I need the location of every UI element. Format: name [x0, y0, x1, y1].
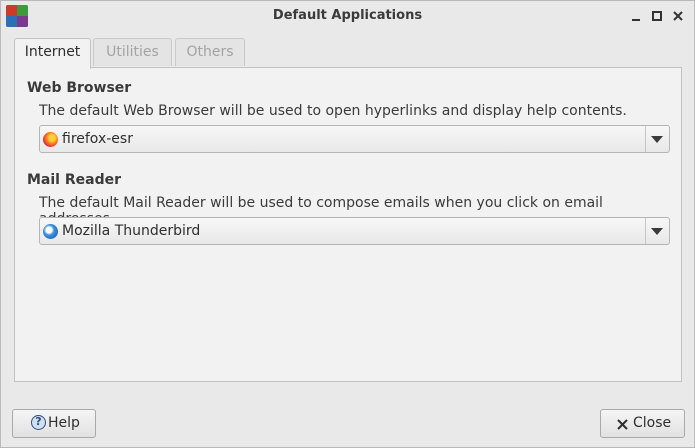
mail-reader-heading: Mail Reader [27, 172, 121, 188]
close-button[interactable]: Close [600, 409, 685, 438]
mail-reader-select[interactable]: Mozilla Thunderbird [39, 217, 670, 245]
web-browser-heading: Web Browser [27, 80, 132, 96]
close-icon [617, 419, 628, 430]
combo-separator [645, 218, 646, 244]
web-browser-select[interactable]: firefox-esr [39, 125, 670, 153]
help-button-label: Help [48, 415, 80, 431]
chevron-down-icon[interactable] [651, 136, 663, 143]
titlebar[interactable]: Default Applications [1, 1, 694, 31]
mail-reader-value: Mozilla Thunderbird [62, 223, 201, 239]
thunderbird-icon [43, 224, 58, 239]
web-browser-description: The default Web Browser will be used to … [39, 103, 627, 119]
close-button-label: Close [633, 415, 672, 431]
tab-panel-internet: Web Browser The default Web Browser will… [14, 67, 682, 382]
help-icon: ? [31, 415, 46, 430]
close-icon [673, 11, 683, 21]
help-button[interactable]: ? Help [12, 409, 96, 438]
tab-others[interactable]: Others [175, 38, 245, 66]
minimize-icon [632, 19, 640, 21]
close-window-button[interactable] [669, 7, 687, 25]
web-browser-value: firefox-esr [62, 131, 133, 147]
maximize-button[interactable] [648, 7, 666, 25]
firefox-icon [43, 132, 58, 147]
maximize-icon [652, 11, 662, 21]
tab-utilities[interactable]: Utilities [93, 38, 172, 66]
minimize-button[interactable] [627, 7, 645, 25]
chevron-down-icon[interactable] [651, 228, 663, 235]
combo-separator [645, 126, 646, 152]
tab-internet[interactable]: Internet [14, 38, 91, 69]
default-applications-window: Default Applications Internet Utilities … [0, 0, 695, 448]
window-title: Default Applications [272, 8, 423, 23]
